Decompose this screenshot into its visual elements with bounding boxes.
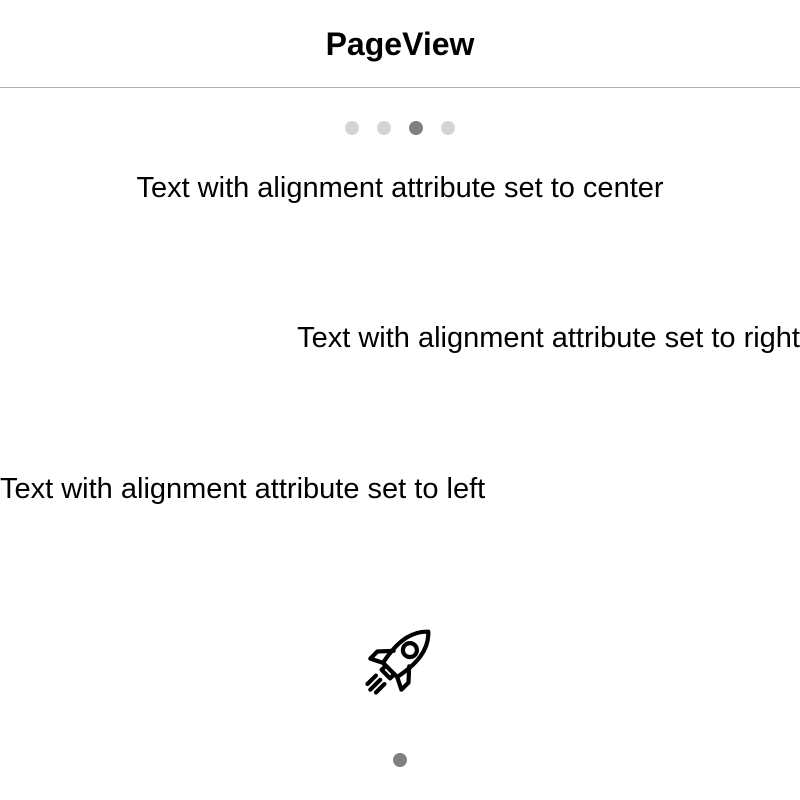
rocket-icon (356, 616, 444, 704)
page-dot-2[interactable] (377, 121, 391, 135)
bottom-page-dot[interactable] (393, 753, 407, 767)
navigation-bar: PageView (0, 0, 800, 88)
page-dot-4[interactable] (441, 121, 455, 135)
text-center-aligned: Text with alignment attribute set to cen… (136, 172, 664, 204)
page-dot-1[interactable] (345, 121, 359, 135)
screen: PageView Text with alignment attribute s… (0, 0, 800, 800)
page-indicator[interactable] (0, 121, 800, 135)
page-title: PageView (325, 26, 475, 62)
page-dot-3-active[interactable] (409, 121, 423, 135)
text-right-aligned: Text with alignment attribute set to rig… (297, 322, 800, 354)
text-left-aligned: Text with alignment attribute set to lef… (0, 473, 486, 505)
